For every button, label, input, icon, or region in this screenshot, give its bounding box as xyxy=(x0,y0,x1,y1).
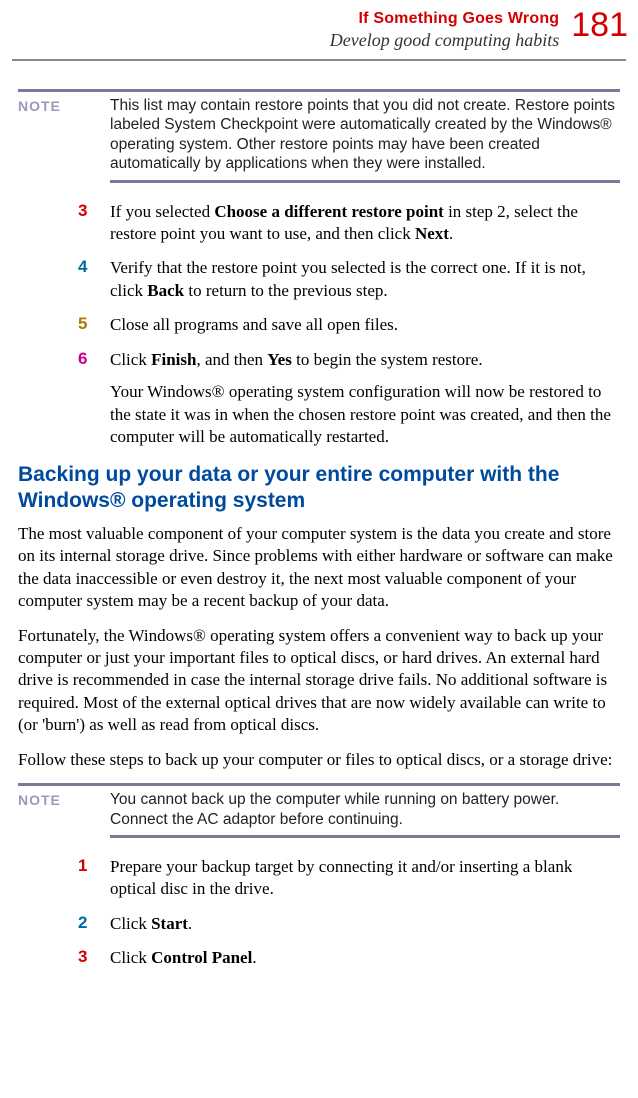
step-body: Click Finish, and then Yes to begin the … xyxy=(110,349,620,449)
note-label-cell: NOTE xyxy=(18,790,110,810)
page-header: If Something Goes Wrong Develop good com… xyxy=(0,8,638,59)
note-text: This list may contain restore points tha… xyxy=(110,96,620,174)
text: Your Windows® operating system configura… xyxy=(110,381,620,448)
step-number-cell: 4 xyxy=(18,257,110,302)
section-heading: Backing up your data or your entire comp… xyxy=(18,462,620,512)
text: Click xyxy=(110,350,151,369)
header-divider xyxy=(12,59,626,61)
note-label-cell: NOTE xyxy=(18,96,110,116)
step-number-cell: 1 xyxy=(18,856,110,901)
chapter-title: If Something Goes Wrong xyxy=(330,10,559,28)
note-label: NOTE xyxy=(18,98,61,114)
step-body: Close all programs and save all open fil… xyxy=(110,314,620,336)
step-number-cell: 3 xyxy=(18,201,110,246)
header-text-block: If Something Goes Wrong Develop good com… xyxy=(330,8,559,51)
step-body: If you selected Choose a different resto… xyxy=(110,201,620,246)
text: Click xyxy=(110,948,151,967)
bold-text: Back xyxy=(147,281,184,300)
step-6: 6 Click Finish, and then Yes to begin th… xyxy=(18,349,620,449)
bold-text: Choose a different restore point xyxy=(214,202,443,221)
note-bottom-rule xyxy=(110,835,620,838)
page-number: 181 xyxy=(571,8,628,42)
paragraph: Follow these steps to back up your compu… xyxy=(18,749,620,771)
bold-text: Control Panel xyxy=(151,948,252,967)
text: If you selected xyxy=(110,202,214,221)
step-number: 1 xyxy=(78,856,87,875)
step-number: 3 xyxy=(78,947,87,966)
note-label: NOTE xyxy=(18,792,61,808)
note-text: You cannot back up the computer while ru… xyxy=(110,790,620,829)
bold-text: Yes xyxy=(267,350,292,369)
bold-text: Finish xyxy=(151,350,196,369)
step-4: 4 Verify that the restore point you sele… xyxy=(18,257,620,302)
step-body: Click Start. xyxy=(110,913,620,935)
step-number-cell: 6 xyxy=(18,349,110,449)
steps-list-b: 1 Prepare your backup target by connecti… xyxy=(18,856,620,970)
step-body: Prepare your backup target by connecting… xyxy=(110,856,620,901)
step-b1: 1 Prepare your backup target by connecti… xyxy=(18,856,620,901)
note-row: NOTE You cannot back up the computer whi… xyxy=(18,790,620,829)
bold-text: Next xyxy=(415,224,449,243)
step-number: 6 xyxy=(78,349,87,368)
page: If Something Goes Wrong Develop good com… xyxy=(0,0,638,1012)
text: to begin the system restore. xyxy=(292,350,483,369)
step-number: 5 xyxy=(78,314,87,333)
section-body: The most valuable component of your comp… xyxy=(18,523,620,771)
text: Close all programs and save all open fil… xyxy=(110,314,620,336)
note-block-2: NOTE You cannot back up the computer whi… xyxy=(18,783,620,838)
step-number: 4 xyxy=(78,257,87,276)
text: to return to the previous step. xyxy=(184,281,388,300)
step-number: 3 xyxy=(78,201,87,220)
steps-list-a: 3 If you selected Choose a different res… xyxy=(18,201,620,449)
section-subtitle: Develop good computing habits xyxy=(330,30,559,51)
text: . xyxy=(449,224,453,243)
bold-text: Start xyxy=(151,914,188,933)
step-number-cell: 2 xyxy=(18,913,110,935)
paragraph: Fortunately, the Windows® operating syst… xyxy=(18,625,620,737)
step-b3: 3 Click Control Panel. xyxy=(18,947,620,969)
note-block-1: NOTE This list may contain restore point… xyxy=(18,89,620,183)
text: Prepare your backup target by connecting… xyxy=(110,856,620,901)
note-row: NOTE This list may contain restore point… xyxy=(18,96,620,174)
step-b2: 2 Click Start. xyxy=(18,913,620,935)
content-area: NOTE This list may contain restore point… xyxy=(0,89,638,970)
note-bottom-rule xyxy=(110,180,620,183)
step-3: 3 If you selected Choose a different res… xyxy=(18,201,620,246)
text: . xyxy=(252,948,256,967)
step-number-cell: 3 xyxy=(18,947,110,969)
step-body: Verify that the restore point you select… xyxy=(110,257,620,302)
text: , and then xyxy=(196,350,267,369)
step-number-cell: 5 xyxy=(18,314,110,336)
step-number: 2 xyxy=(78,913,87,932)
text: Click xyxy=(110,914,151,933)
paragraph: The most valuable component of your comp… xyxy=(18,523,620,613)
note-top-rule xyxy=(18,783,620,786)
text: . xyxy=(188,914,192,933)
note-top-rule xyxy=(18,89,620,92)
step-5: 5 Close all programs and save all open f… xyxy=(18,314,620,336)
step-body: Click Control Panel. xyxy=(110,947,620,969)
